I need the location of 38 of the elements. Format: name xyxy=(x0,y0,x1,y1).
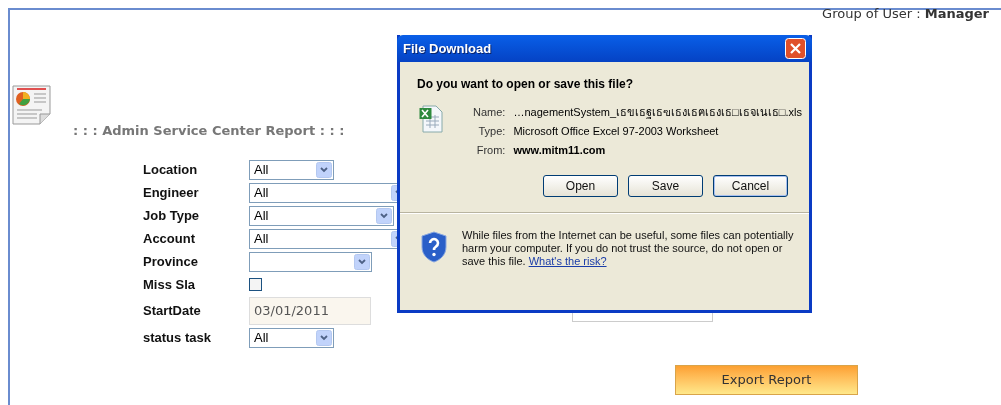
dropdown-field[interactable]: All xyxy=(249,205,394,226)
field-label: Location xyxy=(143,160,199,179)
detail-value: www.mitm11.com xyxy=(513,143,607,158)
spreadsheet-file-icon xyxy=(419,105,443,133)
help-shield-icon xyxy=(421,231,447,263)
detail-label: Type: xyxy=(477,124,506,139)
dropdown-field[interactable] xyxy=(249,251,372,272)
dialog-button[interactable]: Save xyxy=(628,175,703,197)
dropdown-caret-icon[interactable] xyxy=(376,207,392,224)
report-document-icon xyxy=(12,85,52,125)
dialog-button[interactable]: Cancel xyxy=(713,175,788,197)
dropdown-caret-icon[interactable] xyxy=(316,161,332,178)
report-title: : : : Admin Service Center Report : : : xyxy=(73,122,345,140)
export-report-button[interactable]: Export Report xyxy=(675,365,858,395)
dropdown-caret-icon[interactable] xyxy=(354,253,370,270)
field-label: Miss Sla xyxy=(143,275,197,294)
field-label: Province xyxy=(143,252,199,271)
field-label: Engineer xyxy=(143,183,200,202)
detail-label: From: xyxy=(475,143,506,158)
close-icon[interactable] xyxy=(785,38,806,59)
security-warning-text: While files from the Internet can be useful, some files can potentially harm your computer. If you do not trust the source, do not open or save this file. What's the risk? xyxy=(462,229,795,268)
dropdown-caret-icon[interactable] xyxy=(316,329,332,346)
risk-link[interactable]: What's the risk? xyxy=(528,255,607,267)
dialog-title: File Download xyxy=(403,39,492,58)
user-group-text: Group of User : Manager xyxy=(822,5,989,23)
detail-value: …nagementSystem_เธขเธฐเธฃเธงเธฅเธงเธ□เธจเนเธ□.xls xyxy=(513,105,802,120)
dialog-button[interactable]: Open xyxy=(543,175,618,197)
detail-label: Name: xyxy=(473,105,506,120)
dropdown-field[interactable]: All xyxy=(249,327,334,348)
field-label: Job Type xyxy=(143,206,201,225)
field-label: StartDate xyxy=(143,302,202,321)
date-field[interactable]: 03/01/2011 xyxy=(249,297,371,325)
checkbox[interactable] xyxy=(249,278,262,291)
dialog-question: Do you want to open or save this file? xyxy=(416,76,635,93)
detail-value: Microsoft Office Excel 97-2003 Worksheet xyxy=(513,124,720,139)
dropdown-field[interactable]: All xyxy=(249,159,334,180)
field-label: status task xyxy=(143,328,212,347)
field-label: Account xyxy=(143,229,196,248)
